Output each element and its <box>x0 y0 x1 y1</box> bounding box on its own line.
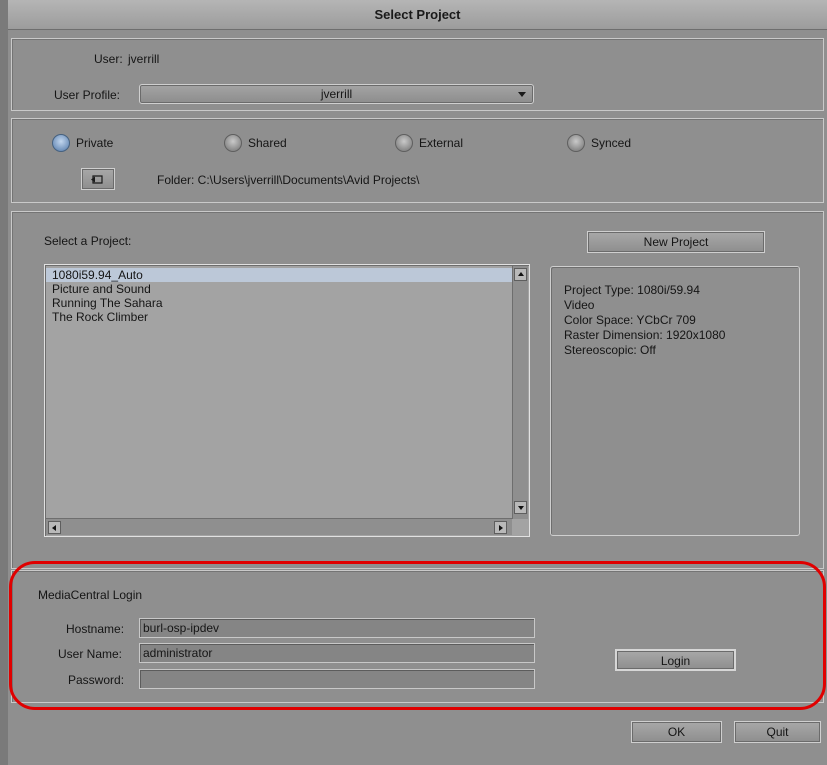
login-section-title: MediaCentral Login <box>38 588 143 602</box>
info-raster-dimension: Raster Dimension: 1920x1080 <box>564 328 726 342</box>
project-panel: Select a Project: New Project 1080i59.94… <box>11 211 824 569</box>
info-color-space: Color Space: YCbCr 709 <box>564 313 696 327</box>
user-profile-value: jverrill <box>320 87 353 101</box>
password-label: Password: <box>68 673 125 687</box>
arrow-right-icon <box>499 525 503 531</box>
window-title: Select Project <box>8 0 827 30</box>
password-field[interactable] <box>139 669 535 689</box>
folder-path: Folder: C:\Users\jverrill\Documents\Avid… <box>157 173 420 187</box>
hostname-field[interactable]: burl-osp-ipdev <box>139 618 535 638</box>
login-button[interactable]: Login <box>615 649 736 671</box>
project-info-box: Project Type: 1080i/59.94 Video Color Sp… <box>550 266 800 536</box>
arrow-up-icon <box>518 272 524 276</box>
radio-shared[interactable]: Shared <box>224 134 314 154</box>
scroll-down-button[interactable] <box>514 501 527 514</box>
info-project-type: Project Type: 1080i/59.94 <box>564 283 700 297</box>
select-project-dialog: User: jverrill User Profile: jverrill Pr… <box>8 30 827 765</box>
scroll-right-button[interactable] <box>494 521 507 534</box>
folder-browse-icon <box>91 175 103 184</box>
radio-private-label: Private <box>76 136 114 150</box>
hostname-label: Hostname: <box>66 622 125 636</box>
scroll-up-button[interactable] <box>514 268 527 281</box>
user-value: jverrill <box>128 52 160 66</box>
project-list-item-running-the-sahara[interactable]: Running The Sahara <box>46 296 512 310</box>
project-list-item-the-rock-climber[interactable]: The Rock Climber <box>46 310 512 324</box>
browse-folder-button[interactable] <box>81 168 115 190</box>
radio-synced-label: Synced <box>591 136 632 150</box>
location-panel: Private Shared External Synced Folder: C… <box>11 118 824 203</box>
radio-external[interactable]: External <box>395 134 485 154</box>
horizontal-scrollbar[interactable] <box>46 518 512 535</box>
username-field[interactable]: administrator <box>139 643 535 663</box>
user-profile-select[interactable]: jverrill <box>139 84 534 104</box>
select-project-label: Select a Project: <box>44 234 132 248</box>
new-project-button[interactable]: New Project <box>587 231 765 253</box>
radio-synced[interactable]: Synced <box>567 134 657 154</box>
user-profile-label: User Profile: <box>54 88 121 102</box>
radio-external-label: External <box>419 136 464 150</box>
arrow-down-icon <box>518 506 524 510</box>
radio-synced-indicator <box>567 134 585 152</box>
login-panel: MediaCentral Login Hostname: burl-osp-ip… <box>11 570 824 703</box>
scroll-left-button[interactable] <box>48 521 61 534</box>
user-label: User: <box>94 52 123 66</box>
radio-private-indicator <box>52 134 70 152</box>
arrow-left-icon <box>52 525 56 531</box>
info-stereoscopic: Stereoscopic: Off <box>564 343 656 357</box>
radio-shared-label: Shared <box>248 136 287 150</box>
vertical-scrollbar[interactable] <box>512 266 528 519</box>
project-list-item-picture-and-sound[interactable]: Picture and Sound <box>46 282 512 296</box>
info-video: Video <box>564 298 595 312</box>
chevron-down-icon <box>518 92 526 97</box>
project-list[interactable]: 1080i59.94_Auto Picture and Sound Runnin… <box>44 264 530 537</box>
radio-external-indicator <box>395 134 413 152</box>
username-label: User Name: <box>58 647 123 661</box>
radio-shared-indicator <box>224 134 242 152</box>
project-list-item-1080i[interactable]: 1080i59.94_Auto <box>46 268 512 282</box>
radio-private[interactable]: Private <box>52 134 142 154</box>
ok-button[interactable]: OK <box>631 721 722 743</box>
quit-button[interactable]: Quit <box>734 721 821 743</box>
user-panel: User: jverrill User Profile: jverrill <box>11 38 824 111</box>
